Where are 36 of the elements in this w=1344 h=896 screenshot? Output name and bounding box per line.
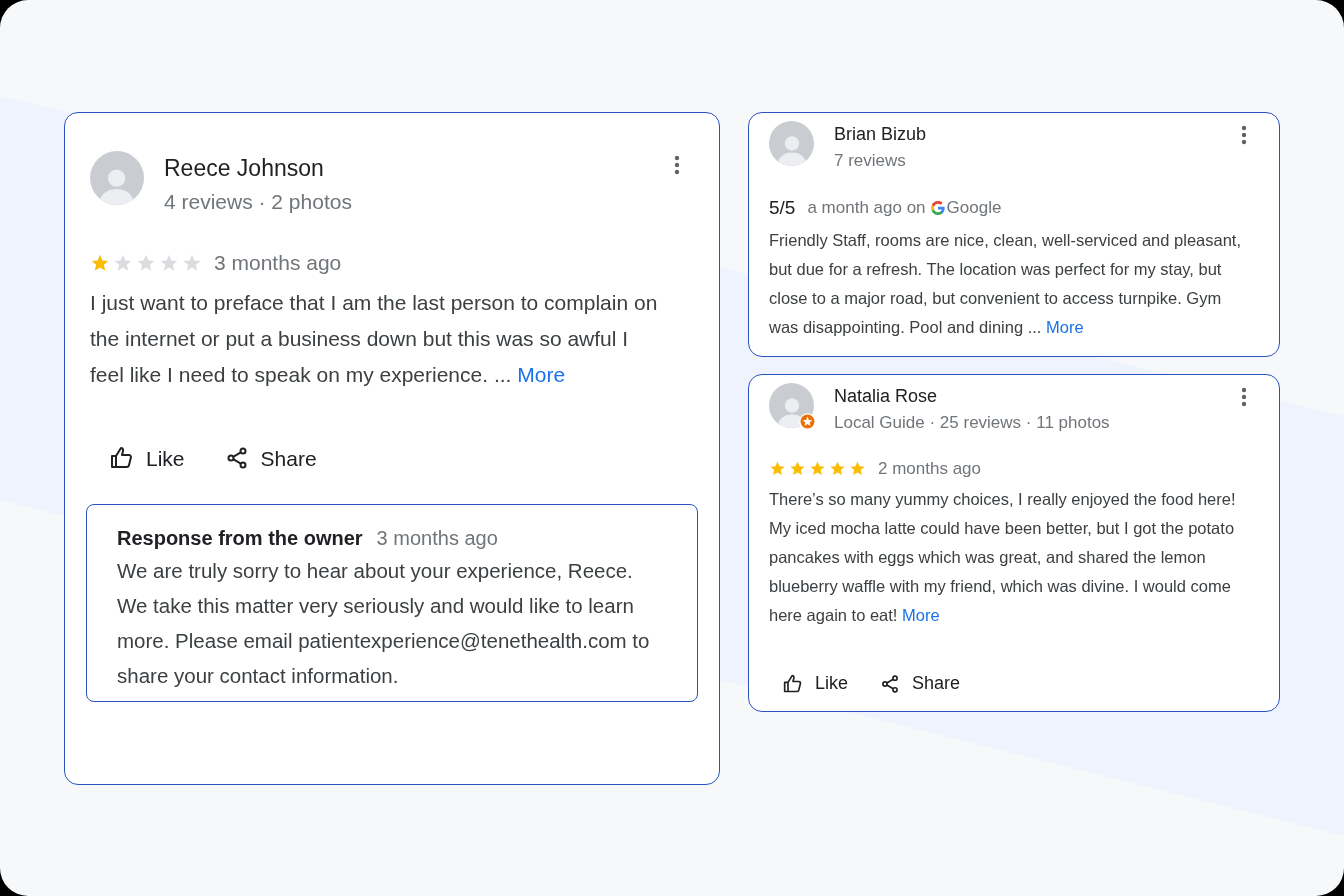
more-link[interactable]: More [1046, 318, 1084, 336]
review-date: 3 months ago [214, 250, 342, 276]
reviewer-name[interactable]: Reece Johnson [164, 151, 650, 186]
more-vertical-icon [1241, 387, 1247, 407]
reviewer-stats: 4 reviews · 2 photos [164, 188, 353, 215]
reviewer-stats: Local Guide · 25 reviews · 11 photos [834, 412, 1111, 434]
google-g-logo-icon [929, 199, 946, 216]
filled-star-icon [829, 459, 846, 477]
response-title: Response from the owner [117, 526, 363, 551]
review-text: I just want to preface that I am the last person to complain on the internet or put a business down but this was so awful I feel like I need to speak on my experience. ... More [90, 289, 659, 388]
review-text: There’s so many yummy choices, I really enjoyed the food here! My iced mocha latte could have been better, but I got the potato pancakes with eggs which was great, and shared the lemon blueberry waffle with my friend, which was divine. I would come here again to eat! More [769, 489, 1237, 626]
share-button[interactable]: Share [880, 670, 961, 697]
response-text: We are truly sorry to hear about your experience, Reece. We take this matter very seriously and would like to learn more. Please email patientexperience@tenethealth.com to share your contact information. [117, 558, 651, 689]
filled-star-icon [809, 459, 826, 477]
share-button[interactable]: Share [224, 442, 317, 474]
filled-star-icon [789, 459, 806, 477]
more-link[interactable]: More [902, 606, 940, 624]
like-button[interactable]: Like [783, 670, 849, 697]
more-vertical-icon [1241, 125, 1247, 145]
review-text: Friendly Staff, rooms are nice, clean, well-serviced and pleasant, but due for a refresh. The location was perfect for my stay, but close to a major road, but convenient to access turnpike. Gym was disappointing. Pool and dining ... More [769, 230, 1242, 338]
thumbs-up-icon [110, 446, 134, 471]
filled-star-icon [769, 459, 786, 477]
like-button[interactable]: Like [110, 442, 185, 474]
reviewer-name[interactable]: Natalia Rose [834, 383, 1217, 410]
share-icon [880, 673, 901, 694]
reviewer-stats: 7 reviews [834, 150, 907, 172]
source-name: Google [946, 197, 1002, 219]
response-date: 3 months ago [376, 526, 498, 551]
filled-star-icon [849, 459, 866, 477]
review-date: a month ago on [807, 197, 926, 219]
reviewer-name[interactable]: Brian Bizub [834, 121, 1217, 148]
more-link[interactable]: More [517, 362, 566, 386]
thumbs-up-icon [783, 673, 803, 694]
review-date: 2 months ago [878, 457, 981, 480]
rating-score: 5/5 [769, 195, 796, 220]
more-vertical-icon [674, 155, 680, 175]
